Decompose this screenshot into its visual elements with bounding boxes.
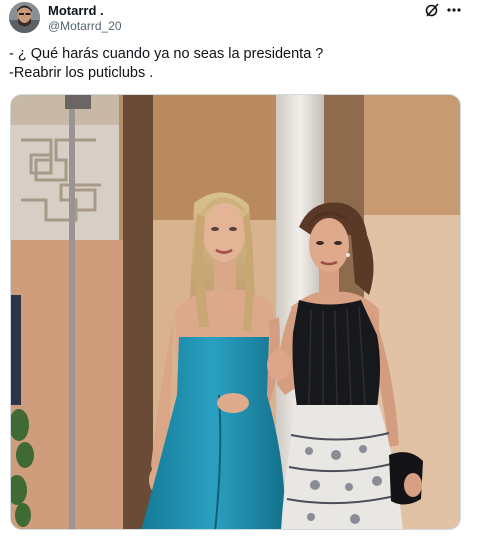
author-avatar[interactable] [9,2,40,33]
tweet-text-line: -Reabrir los puticlubs . [9,65,154,81]
tweet[interactable]: Motarrd . @Motarrd_20 - ¿ Qué harás cuan… [0,0,481,538]
tweet-text: - ¿ Qué harás cuando ya no seas la presi… [9,45,469,83]
author-name[interactable]: Motarrd . [48,3,104,18]
author-handle[interactable]: @Motarrd_20 [48,19,122,33]
tweet-photo[interactable] [10,94,461,530]
tweet-text-line: - ¿ Qué harás cuando ya no seas la presi… [9,46,324,62]
more-dots-icon[interactable] [446,2,462,18]
grok-icon[interactable] [424,2,440,18]
